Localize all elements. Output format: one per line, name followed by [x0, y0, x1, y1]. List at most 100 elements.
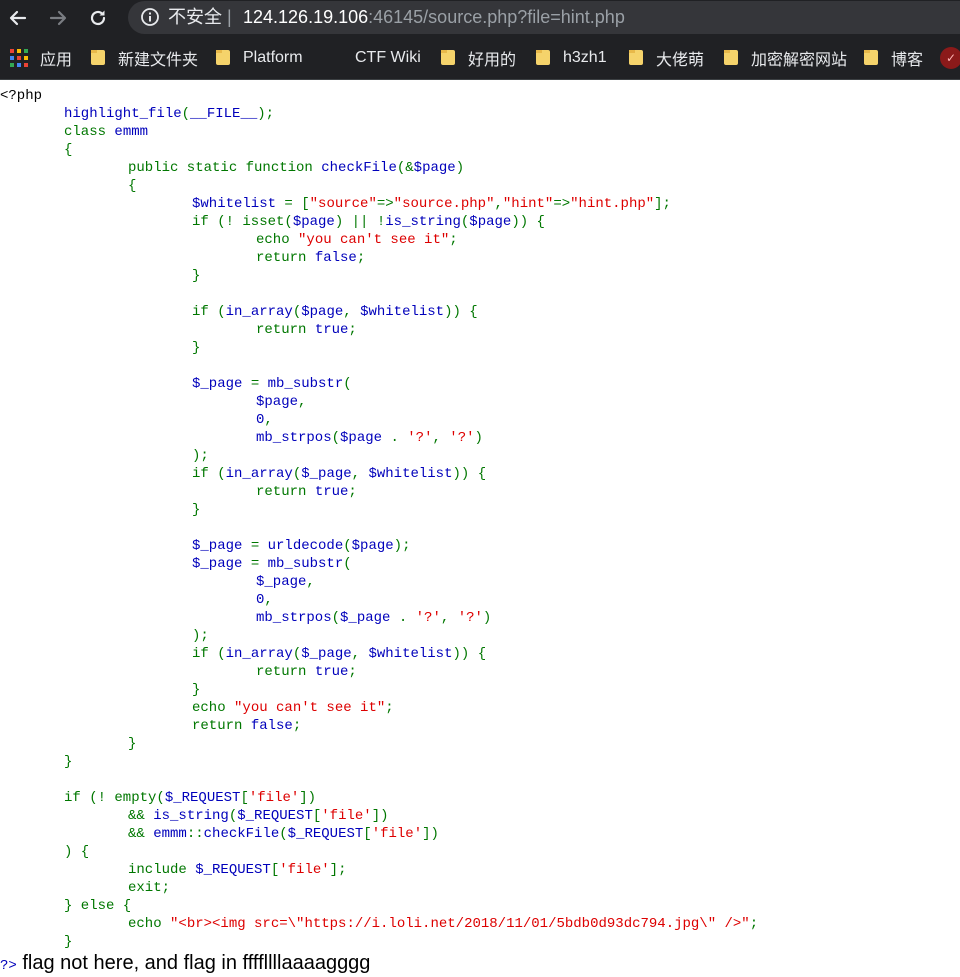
code-token: (: [292, 466, 302, 482]
code-line: ) {: [64, 843, 89, 861]
bookmark-apps[interactable]: 应用: [10, 36, 72, 80]
code-token: if (: [192, 466, 226, 482]
code-line: }: [192, 501, 200, 519]
code-token: }: [64, 754, 73, 770]
code-token: )) {: [511, 214, 545, 230]
code-token: (: [343, 556, 352, 572]
bookmark-label: 大佬萌: [656, 52, 705, 69]
code-line: echo "<br><img src=\"https://i.loli.net/…: [128, 915, 758, 933]
code-token: [: [240, 790, 249, 806]
code-token: $_REQUEST: [237, 808, 313, 824]
code-line: echo "you can't see it";: [192, 699, 394, 717]
bookmark-useful[interactable]: 好用的: [440, 36, 516, 80]
code-token: return: [192, 718, 251, 734]
code-token: 'file': [371, 826, 423, 842]
code-line: );: [192, 627, 209, 645]
code-token: }: [192, 340, 201, 356]
code-token: );: [192, 628, 209, 644]
browser-toolbar: 不安全 | 124.126.19.106:46145/source.php?fi…: [0, 0, 960, 36]
code-line: if (in_array($_page, $whitelist)) {: [192, 645, 486, 663]
bookmark-blog[interactable]: 博客: [863, 36, 923, 80]
bookmark-crypto-sites[interactable]: 加密解密网站: [723, 36, 847, 80]
code-token: return: [256, 322, 315, 338]
code-line: $_page = urldecode($page);: [192, 537, 410, 555]
code-token: ): [455, 160, 465, 176]
code-token: $_page: [192, 376, 251, 392]
code-token: __FILE__: [190, 106, 258, 122]
code-line: return true;: [256, 663, 357, 681]
code-token: )) {: [452, 466, 487, 482]
code-token: "<br><img src=\"https://i.loli.net/2018/…: [170, 916, 750, 932]
code-token: (: [279, 826, 288, 842]
bookmark-h3zh1[interactable]: h3zh1: [535, 36, 607, 80]
folder-icon: [863, 50, 879, 66]
code-token: return: [256, 250, 315, 266]
code-line: $_page,: [256, 573, 315, 591]
code-token: mb_strpos: [256, 430, 332, 446]
code-token: ;: [749, 916, 759, 932]
code-token: (: [343, 538, 352, 554]
code-line: mb_strpos($page . '?', '?'): [256, 429, 483, 447]
code-line: include $_REQUEST['file'];: [128, 861, 346, 879]
code-line: if (in_array($_page, $whitelist)) {: [192, 465, 486, 483]
forward-arrow-icon: [49, 10, 67, 26]
code-token: ,: [264, 592, 273, 608]
code-line: $page,: [256, 393, 306, 411]
bookmarks-bar: 应用 新建文件夹 Platform CTF Wiki 好用的 h3zh1 大佬萌…: [0, 36, 960, 80]
address-bar[interactable]: 不安全 | 124.126.19.106:46145/source.php?fi…: [128, 1, 960, 34]
code-token: $_REQUEST: [195, 862, 271, 878]
code-token: 'file': [321, 808, 372, 824]
code-token: is_string: [153, 808, 229, 824]
code-line: }: [128, 735, 136, 753]
bookmark-dalaomeng[interactable]: 大佬萌: [628, 36, 704, 80]
code-token: return: [256, 664, 315, 680]
code-token: $whitelist: [360, 304, 445, 320]
code-token: 'file': [279, 862, 330, 878]
code-line: $_page = mb_substr(: [192, 375, 352, 393]
code-token: in_array: [225, 304, 293, 320]
code-token: true: [314, 484, 349, 500]
code-token: echo: [192, 700, 235, 716]
code-line: && emmm::checkFile($_REQUEST['file']): [128, 825, 439, 843]
code-token: } else {: [64, 898, 132, 914]
code-token: <?php: [0, 88, 43, 104]
code-token: );: [257, 106, 275, 122]
code-token: in_array: [225, 646, 293, 662]
code-token: emmm: [114, 124, 149, 140]
code-token: checkFile: [321, 160, 397, 176]
code-token: ;: [348, 322, 357, 338]
code-token: &&: [128, 808, 154, 824]
code-token: in_array: [225, 466, 293, 482]
folder-icon: [90, 50, 106, 66]
code-token: }: [128, 736, 137, 752]
bookmark-platform[interactable]: Platform: [215, 36, 303, 80]
url-text[interactable]: 124.126.19.106:46145/source.php?file=hin…: [243, 6, 625, 28]
php-close-tag: ?>: [0, 958, 17, 974]
url-host: 124.126.19.106: [243, 7, 369, 27]
code-token: $_page: [340, 610, 399, 626]
code-token: if (: [192, 304, 226, 320]
extension-button[interactable]: ✓: [940, 36, 960, 80]
code-token: = [: [284, 196, 310, 212]
info-icon[interactable]: [140, 7, 160, 27]
code-token: mb_substr: [267, 556, 344, 572]
reload-button[interactable]: [80, 0, 116, 36]
code-token: ::: [186, 826, 204, 842]
forward-button[interactable]: [40, 0, 76, 36]
bookmark-new-folder[interactable]: 新建文件夹: [90, 36, 198, 80]
code-line: }: [192, 681, 200, 699]
code-line: if (! empty($_REQUEST['file']): [64, 789, 316, 807]
security-label[interactable]: 不安全: [168, 6, 222, 28]
bookmark-ctf-wiki[interactable]: CTF Wiki: [355, 36, 421, 80]
code-line: class emmm: [64, 123, 148, 141]
code-token: "hint": [502, 196, 554, 212]
code-token: (: [292, 304, 302, 320]
code-token: $_page: [301, 466, 352, 482]
code-token: "source.php": [393, 196, 495, 212]
code-token: ]): [371, 808, 389, 824]
code-token: $page: [292, 214, 335, 230]
code-token: true: [314, 322, 349, 338]
code-line: }: [192, 267, 200, 285]
code-token: )) {: [452, 646, 487, 662]
back-button[interactable]: [0, 0, 36, 36]
